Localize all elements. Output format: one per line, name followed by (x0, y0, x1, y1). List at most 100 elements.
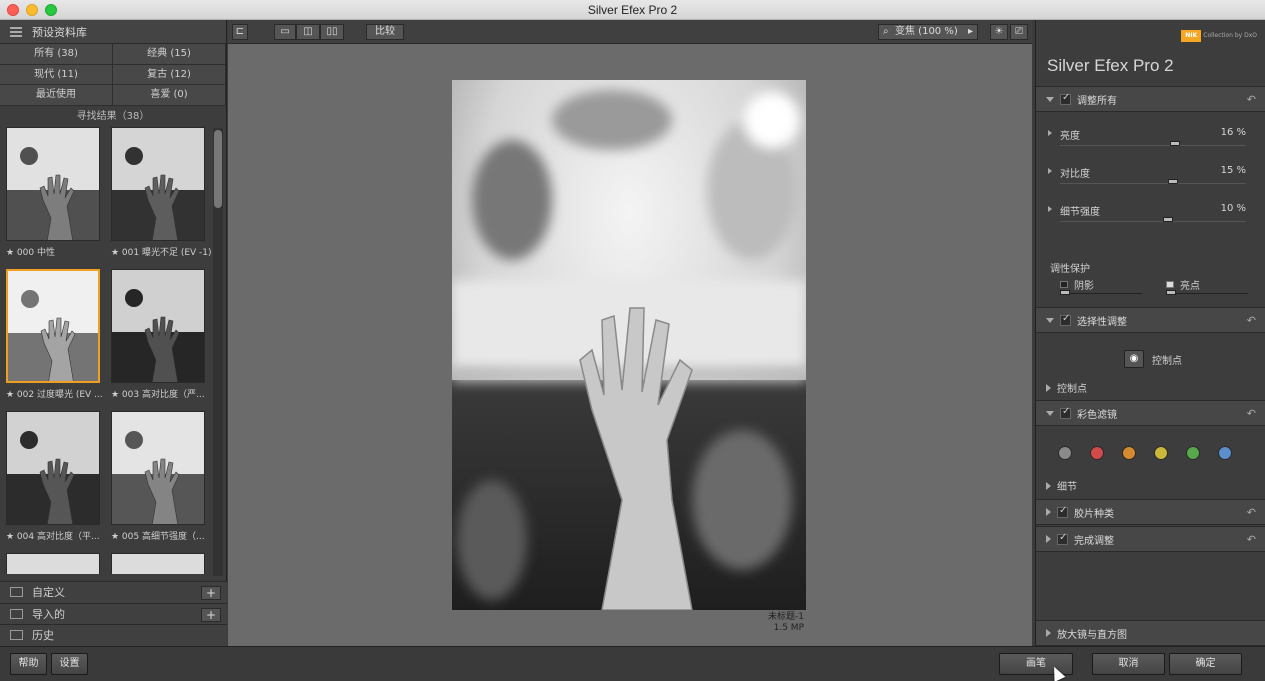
slider-value: 10 % (1220, 203, 1246, 214)
image-preview[interactable] (452, 80, 806, 610)
control-points-list[interactable]: 控制点 (1046, 380, 1246, 395)
section-loupe-histogram[interactable]: 放大镜与直方图 (1036, 620, 1265, 646)
settings-button[interactable]: 设置 (51, 653, 88, 675)
preset-thumbnail[interactable]: ★ 001 曝光不足 (EV -1) (111, 127, 212, 258)
preset-label: ★ 005 高细节强度（... (111, 532, 205, 542)
preset-thumbnail[interactable]: ★ 005 高细节强度（... (111, 411, 205, 542)
preset-preview-image (111, 553, 205, 574)
search-icon: ⌕ (883, 26, 889, 37)
slider-knob[interactable] (1162, 217, 1173, 222)
slider-knob[interactable] (1168, 179, 1179, 184)
shadows-control[interactable]: 阴影 (1060, 277, 1150, 292)
section-selective-adjustments[interactable]: 选择性调整 ↶ (1036, 307, 1265, 333)
preset-library-header[interactable]: 预设资料库 (0, 20, 226, 44)
window-title: Silver Efex Pro 2 (587, 3, 678, 17)
add-control-point-button[interactable]: ◉ 控制点 (1124, 350, 1204, 368)
section-color-filter[interactable]: 彩色滤镜 ↶ (1036, 400, 1265, 426)
bottom-bar: 帮助 设置 画笔 取消 确定 (0, 646, 1265, 681)
maximize-window-button[interactable] (45, 4, 57, 16)
color-filter-swatch[interactable] (1090, 446, 1104, 460)
adjustments-panel: NIKCollection by DxO Silver Efex Pro 2 调… (1035, 20, 1265, 646)
section-finishing[interactable]: 完成调整 ↶ (1036, 526, 1265, 552)
category-favorites[interactable]: 喜爱 (0) (113, 85, 226, 106)
highlights-slider-knob[interactable] (1166, 290, 1176, 295)
details-section[interactable]: 细节 (1046, 478, 1246, 493)
selective-checkbox[interactable] (1060, 313, 1071, 326)
shadows-slider-track[interactable] (1060, 293, 1142, 294)
reset-icon[interactable]: ↶ (1247, 314, 1256, 327)
zoom-select[interactable]: ⌕ 变焦 (100 %) ▸ (878, 24, 978, 40)
preset-thumbnail[interactable]: ★ 002 过度曝光 (EV ... (6, 269, 103, 400)
help-button[interactable]: 帮助 (10, 653, 47, 675)
nik-logo: NIK (1181, 30, 1202, 42)
slider-label: 细节强度 (1060, 207, 1100, 218)
preset-preview-image (6, 127, 100, 241)
color-filter-swatch[interactable] (1218, 446, 1232, 460)
slider-track[interactable] (1060, 221, 1246, 222)
expand-icon (1048, 168, 1052, 174)
preset-thumbnail-partial[interactable] (111, 553, 205, 574)
imported-presets-row[interactable]: 导入的 + (0, 602, 227, 624)
custom-presets-row[interactable]: 自定义 + (0, 581, 227, 603)
highlights-slider-track[interactable] (1166, 293, 1248, 294)
ok-button[interactable]: 确定 (1169, 653, 1242, 675)
preset-preview-image (6, 269, 100, 383)
category-classic[interactable]: 经典 (15) (113, 44, 226, 65)
split-view-icon[interactable]: ◫ (296, 24, 320, 40)
finishing-checkbox[interactable] (1057, 532, 1068, 545)
shadows-slider-knob[interactable] (1060, 290, 1070, 295)
slider-row[interactable]: 对比度 15 % (1036, 159, 1265, 193)
category-modern[interactable]: 现代 (11) (0, 64, 113, 85)
close-window-button[interactable] (7, 4, 19, 16)
color-filter-swatch[interactable] (1154, 446, 1168, 460)
section-film-type[interactable]: 胶片种类 ↶ (1036, 499, 1265, 525)
app-window: Silver Efex Pro 2 预设资料库 所有 (38) 经典 (15) … (0, 0, 1265, 681)
preset-preview-image (111, 269, 205, 383)
expand-icon (1046, 383, 1051, 392)
cancel-button[interactable]: 取消 (1092, 653, 1165, 675)
color-filter-swatch[interactable] (1186, 446, 1200, 460)
category-recent[interactable]: 最近使用 (0, 85, 113, 106)
minimize-window-button[interactable] (26, 4, 38, 16)
category-vintage[interactable]: 复古 (12) (113, 64, 226, 85)
add-custom-preset-button[interactable]: + (201, 586, 221, 600)
image-name: 未标题-1 (768, 612, 804, 622)
reset-icon[interactable]: ↶ (1247, 506, 1256, 519)
light-bulb-icon[interactable]: ☀ (990, 24, 1008, 40)
slider-row[interactable]: 细节强度 10 % (1036, 197, 1265, 231)
color-filter-swatch[interactable] (1122, 446, 1136, 460)
compare-button[interactable]: 比较 (366, 24, 404, 40)
expand-icon (1048, 206, 1052, 212)
slider-row[interactable]: 亮度 16 % (1036, 121, 1265, 155)
highlights-control[interactable]: 亮点 (1166, 277, 1256, 292)
color-filter-checkbox[interactable] (1060, 406, 1071, 419)
import-preset-button[interactable]: + (201, 607, 221, 622)
preset-thumbnail[interactable]: ★ 004 高对比度（平... (6, 411, 100, 542)
preset-preview-image (111, 411, 205, 525)
scrollbar-thumb[interactable] (214, 130, 222, 208)
reset-icon[interactable]: ↶ (1247, 93, 1256, 106)
preset-footer: 自定义 + 导入的 + 历史 (0, 581, 227, 646)
preset-scrollbar[interactable] (213, 128, 223, 576)
film-type-checkbox[interactable] (1057, 505, 1068, 518)
results-label: 寻找结果（38） (76, 110, 150, 122)
slider-track[interactable] (1060, 183, 1246, 184)
preset-thumbnail-partial[interactable] (6, 553, 100, 574)
single-view-icon[interactable]: ▭ (274, 24, 296, 40)
color-filter-swatch[interactable] (1058, 446, 1072, 460)
category-all[interactable]: 所有 (38) (0, 44, 113, 65)
history-row[interactable]: 历史 (0, 624, 227, 646)
preset-thumbnail[interactable]: ★ 000 中性 (6, 127, 100, 258)
toggle-panel-icon[interactable]: ⊏ (232, 24, 248, 40)
reset-icon[interactable]: ↶ (1247, 407, 1256, 420)
thumbnail-hand-image (112, 270, 204, 382)
adjust-all-checkbox[interactable] (1060, 92, 1071, 105)
fullscreen-icon[interactable]: ⎚ (1010, 24, 1028, 40)
side-by-side-view-icon[interactable]: ▯▯ (320, 24, 344, 40)
slider-knob[interactable] (1170, 141, 1181, 146)
slider-track[interactable] (1060, 145, 1246, 146)
image-info: 未标题-1 1.5 MP (768, 612, 804, 634)
section-adjust-all[interactable]: 调整所有 ↶ (1036, 86, 1265, 112)
reset-icon[interactable]: ↶ (1247, 533, 1256, 546)
preset-thumbnail[interactable]: ★ 003 高对比度（严... (111, 269, 205, 400)
